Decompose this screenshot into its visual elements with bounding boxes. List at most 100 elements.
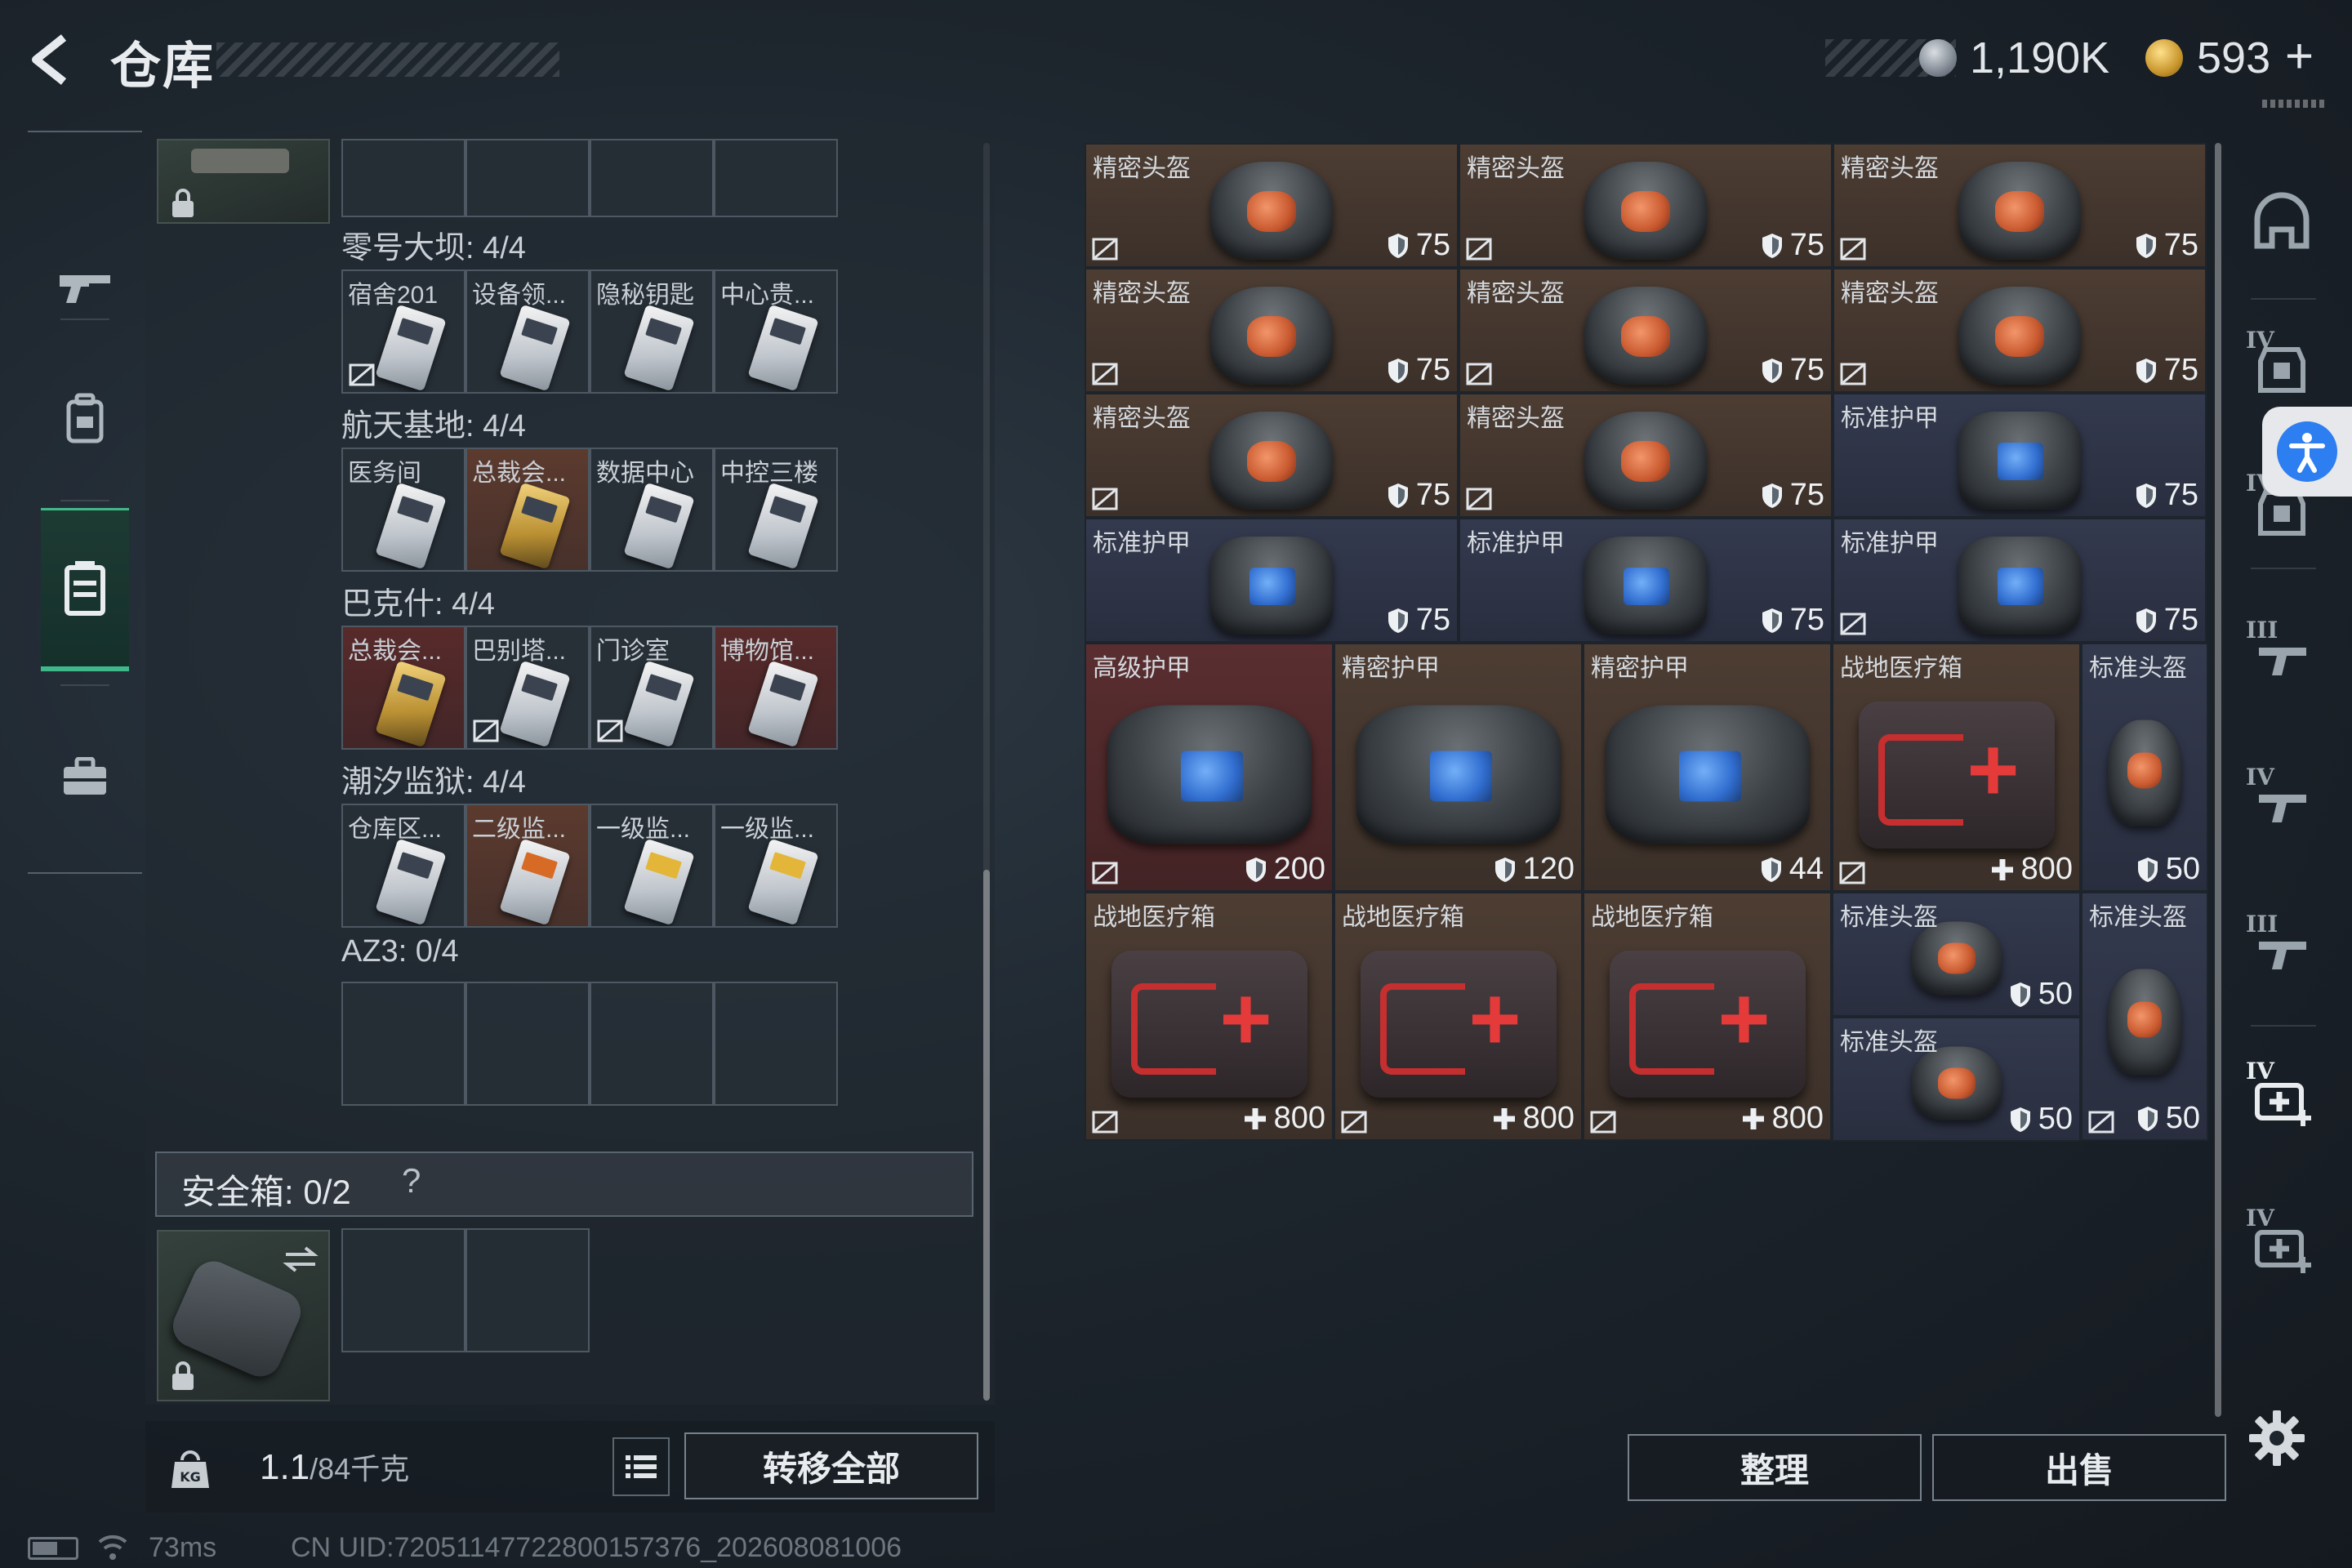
- filter-medkit-iv[interactable]: IV: [2243, 1058, 2321, 1136]
- nav-backpack[interactable]: [41, 336, 129, 500]
- heal-value: 800: [1492, 1101, 1575, 1136]
- stash-item[interactable]: 精密头盔 75: [1833, 268, 2207, 393]
- list-view-button[interactable]: [612, 1437, 670, 1496]
- keycard-icon: [747, 482, 819, 570]
- keycard-icon: [375, 482, 447, 570]
- stash-item[interactable]: 标准头盔 50: [2081, 643, 2208, 892]
- stash-item[interactable]: 标准护甲 75: [1833, 393, 2207, 518]
- heal-plus-icon: [1244, 1107, 1266, 1129]
- shield-icon: [2136, 608, 2156, 633]
- empty-slot[interactable]: [466, 1228, 590, 1352]
- shield-icon: [2136, 358, 2156, 383]
- keycard-slot[interactable]: 中控三楼: [714, 448, 838, 572]
- keycard-slot[interactable]: 巴别塔...: [466, 626, 590, 750]
- help-button[interactable]: ?: [402, 1161, 439, 1207]
- weight-current: 1.1: [260, 1447, 310, 1487]
- stash-item[interactable]: 精密护甲 120: [1334, 643, 1583, 892]
- nav-storage[interactable]: [41, 508, 129, 671]
- accessibility-button[interactable]: [2262, 407, 2352, 497]
- keycard-label: 巴别塔...: [472, 638, 567, 665]
- item-value: 800: [1273, 1101, 1325, 1135]
- keycard-slot[interactable]: 数据中心: [590, 448, 714, 572]
- stash-scrollbar-thumb[interactable]: [2215, 143, 2221, 1417]
- durability-value: 50: [2136, 1101, 2200, 1136]
- stash-item[interactable]: 精密头盔 75: [1459, 393, 1833, 518]
- filter-rail: IV IV III IV III IV IV: [2234, 143, 2326, 1368]
- empty-slot[interactable]: [341, 1228, 466, 1352]
- shield-icon: [2136, 233, 2156, 258]
- keycard-slot[interactable]: 一级监...: [590, 804, 714, 928]
- sort-button[interactable]: 整理: [1628, 1434, 1922, 1501]
- add-currency-button[interactable]: +: [2285, 28, 2314, 84]
- keycard-slot[interactable]: 总裁会...: [466, 448, 590, 572]
- stash-item[interactable]: 精密头盔 75: [1085, 393, 1459, 518]
- stash-item[interactable]: 精密护甲 44: [1583, 643, 1832, 892]
- swap-icon[interactable]: [281, 1243, 320, 1276]
- empty-slot[interactable]: [590, 139, 714, 217]
- filter-gun-iii-2[interactable]: III: [2243, 911, 2321, 989]
- no-drop-icon: [1466, 238, 1492, 261]
- stash-item[interactable]: 标准护甲 75: [1085, 518, 1459, 643]
- no-drop-icon: [1092, 363, 1118, 385]
- stash-item[interactable]: 标准头盔 50: [1832, 1017, 2081, 1142]
- no-drop-icon: [1466, 363, 1492, 385]
- item-name: 精密头盔: [1093, 155, 1191, 182]
- stash-item[interactable]: 精密头盔 75: [1833, 143, 2207, 268]
- empty-slot[interactable]: [714, 139, 838, 217]
- stash-item[interactable]: 精密头盔 75: [1085, 268, 1459, 393]
- heal-plus-icon: [1991, 858, 2013, 880]
- back-button[interactable]: [24, 31, 82, 88]
- empty-slot[interactable]: [341, 139, 466, 217]
- stash-item[interactable]: 战地医疗箱 800: [1085, 892, 1334, 1141]
- safe-box-slot[interactable]: [157, 1230, 330, 1401]
- keycard-slot[interactable]: 二级监...: [466, 804, 590, 928]
- stash-item[interactable]: 精密头盔 75: [1459, 268, 1833, 393]
- inventory-scrollbar-thumb[interactable]: [983, 870, 990, 1401]
- filter-gun-iv[interactable]: IV: [2243, 764, 2321, 842]
- tier-label: IV: [2246, 764, 2274, 791]
- item-value: 75: [1789, 228, 1824, 262]
- keycard-slot[interactable]: 设备领...: [466, 270, 590, 394]
- stash-item[interactable]: 标准护甲 75: [1833, 518, 2207, 643]
- keycard-slot[interactable]: 宿舍201: [341, 270, 466, 394]
- stash-item[interactable]: 标准头盔 50: [1832, 892, 2081, 1017]
- settings-button[interactable]: [2247, 1409, 2306, 1468]
- keycard-slot[interactable]: 隐秘钥匙: [590, 270, 714, 394]
- sell-button[interactable]: 出售: [1932, 1434, 2226, 1501]
- keychain-slot[interactable]: [157, 139, 330, 224]
- medkit-icon: [1609, 950, 1806, 1098]
- filter-medkit-iv-2[interactable]: IV: [2243, 1205, 2321, 1283]
- stash-item[interactable]: 标准护甲 75: [1459, 518, 1833, 643]
- stash-item[interactable]: 精密头盔 75: [1085, 143, 1459, 268]
- empty-slot[interactable]: [590, 982, 714, 1106]
- keycard-slot[interactable]: 总裁会...: [341, 626, 466, 750]
- keycard-slot[interactable]: 仓库区...: [341, 804, 466, 928]
- keycard-label: 宿舍201: [348, 282, 439, 309]
- empty-slot[interactable]: [341, 982, 466, 1106]
- durability-value: 200: [1245, 852, 1325, 887]
- stash-item[interactable]: 高级护甲 200: [1085, 643, 1334, 892]
- filter-gun-iii[interactable]: III: [2243, 617, 2321, 695]
- durability-value: 44: [1760, 852, 1824, 887]
- keycard-slot[interactable]: 一级监...: [714, 804, 838, 928]
- shield-icon: [1762, 358, 1782, 383]
- stash-item[interactable]: 战地医疗箱 800: [1832, 643, 2081, 892]
- keycard-slot[interactable]: 博物馆...: [714, 626, 838, 750]
- keycard-slot[interactable]: 医务间: [341, 448, 466, 572]
- stash-item[interactable]: 战地医疗箱 800: [1334, 892, 1583, 1141]
- section-label: 航天基地: 4/4: [341, 409, 526, 443]
- keycard-slot[interactable]: 门诊室: [590, 626, 714, 750]
- nav-equipment[interactable]: [41, 696, 129, 859]
- body-armor-icon: [1958, 536, 2081, 635]
- empty-slot[interactable]: [466, 139, 590, 217]
- empty-slot[interactable]: [714, 982, 838, 1106]
- empty-slot[interactable]: [466, 982, 590, 1106]
- keycard-slot[interactable]: 中心贵...: [714, 270, 838, 394]
- stash-item[interactable]: 精密头盔 75: [1459, 143, 1833, 268]
- stash-item[interactable]: 战地医疗箱 800: [1583, 892, 1832, 1141]
- stash-item[interactable]: 标准头盔 50: [2081, 892, 2208, 1141]
- filter-helmet[interactable]: [2243, 182, 2321, 261]
- no-drop-icon: [1840, 238, 1866, 261]
- filter-armor-iv[interactable]: IV: [2243, 327, 2321, 405]
- transfer-all-button[interactable]: 转移全部: [684, 1432, 978, 1499]
